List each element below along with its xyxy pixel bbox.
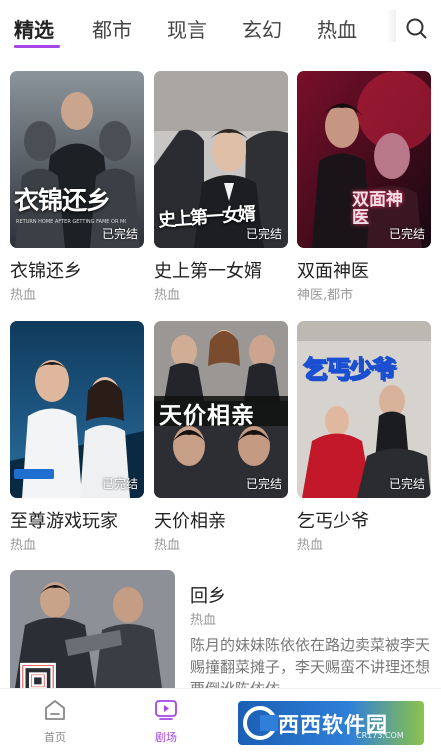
drama-tag: 热血 [10,288,37,303]
drama-title[interactable]: 衣锦还乡 [10,257,82,283]
nav-theater-label: 剧场 [155,731,177,744]
poster-title-art: 双面神医 [352,190,403,228]
poster-title-art: 乞丐少爷 [303,355,397,384]
status-badge: 已完结 [101,227,138,241]
category-tabs: 精选 都市 现言 玄幻 热血 [0,0,441,58]
drama-tag: 热血 [154,288,181,303]
drama-tag: 热血 [154,538,181,553]
drama-title[interactable]: 双面神医 [297,257,369,283]
active-tab-indicator [14,45,60,48]
watermark-logo: 西西软件园 CR173.COM [238,701,424,745]
tabs-scroll-fade [386,10,396,42]
tab-fantasy[interactable]: 玄幻 [242,14,282,43]
drama-tag: 热血 [297,538,324,553]
drama-title[interactable]: 史上第一女婿 [154,257,262,283]
nav-theater[interactable]: 剧场 [136,699,196,745]
poster-title-art: 天价相亲 [159,403,255,429]
drama-tag: 热血 [10,538,37,553]
drama-title[interactable]: 乞丐少爷 [297,507,369,533]
watermark-sub: CR173.COM [356,731,404,740]
drama-poster[interactable]: 乞丐少爷 已完结 [297,321,431,498]
bottom-nav: 首页 剧场 西西软件园 CR173.COM [0,688,441,753]
featured-poster[interactable]: 回乡 [10,570,175,688]
featured-tag: 热血 [190,613,217,628]
poster-title-art: 回乡 [18,660,110,689]
status-badge: 已完结 [245,227,282,241]
search-icon [406,18,427,39]
tab-action[interactable]: 热血 [317,14,357,43]
play-icon [155,700,177,720]
drama-poster[interactable]: 双面神医 已完结 [297,71,431,248]
drama-title[interactable]: 天价相亲 [154,507,226,533]
status-badge: 已完结 [245,477,282,491]
search-button[interactable] [402,14,432,44]
watermark-emblem-icon [243,706,278,740]
featured-title[interactable]: 回乡 [190,582,226,608]
drama-tag: 神医,都市 [297,288,354,303]
tab-city[interactable]: 都市 [92,14,132,43]
nav-home-label: 首页 [44,731,66,744]
status-badge: 已完结 [388,477,425,491]
drama-poster[interactable]: 已完结 [10,321,144,498]
status-badge: 已完结 [388,227,425,241]
drama-title[interactable]: 至尊游戏玩家 [10,507,118,533]
drama-poster[interactable]: 衣锦还乡 RETURN HOME AFTER GETTING FAME OR M… [10,71,144,248]
poster-title-art: 衣锦还乡 [14,186,111,215]
drama-poster[interactable]: 史上第一女婿 已完结 [154,71,288,248]
featured-description: 陈月的妹妹陈依依在路边卖菜被李天赐撞翻菜摊子，李天赐蛮不讲理还想要倒讹陈依依 [190,636,430,688]
nav-home[interactable]: 首页 [25,699,85,745]
tab-romance[interactable]: 现言 [167,14,207,43]
tab-featured[interactable]: 精选 [14,14,54,43]
drama-poster[interactable]: 天价相亲 已完结 [154,321,288,498]
status-badge: 已完结 [101,477,138,491]
home-icon [45,700,65,720]
